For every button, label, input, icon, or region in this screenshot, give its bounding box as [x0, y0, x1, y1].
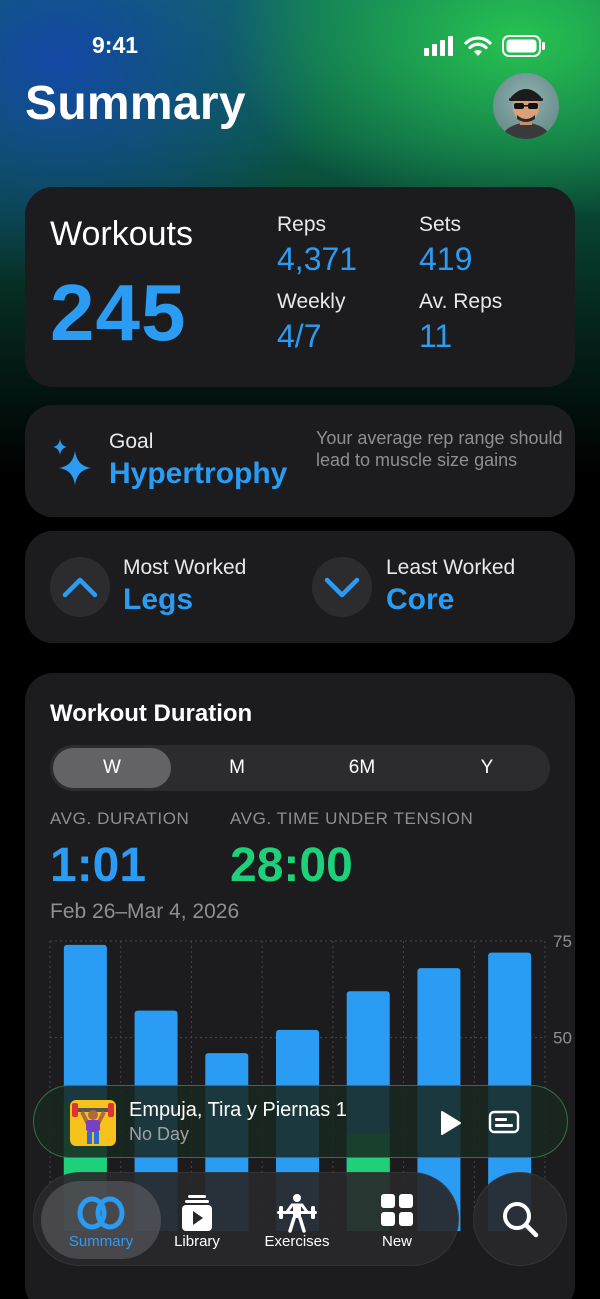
most-worked-value: Legs	[123, 583, 194, 616]
search-button[interactable]	[473, 1172, 567, 1266]
duration-title: Workout Duration	[50, 700, 253, 727]
stat-value: 4,371	[277, 241, 358, 277]
avatar[interactable]	[493, 73, 559, 139]
chart-y-tick-label: 75	[553, 932, 572, 951]
workout-card-icon[interactable]	[488, 1110, 520, 1134]
library-icon	[182, 1195, 212, 1231]
tab-exercises[interactable]: Exercises	[247, 1181, 347, 1259]
search-icon	[503, 1202, 539, 1238]
tab-label: New	[381, 1233, 412, 1250]
tab-library[interactable]: Library	[147, 1181, 247, 1259]
stat-label: Sets	[419, 213, 462, 236]
goal-label: Goal	[109, 430, 154, 453]
tab-label: Summary	[68, 1233, 134, 1250]
now-playing-bar[interactable]: Empuja, Tira y Piernas 1 No Day	[33, 1085, 568, 1158]
new-grid-icon	[381, 1194, 413, 1226]
avg-tension-value: 28:00	[230, 839, 353, 892]
stat-value: 419	[419, 241, 473, 277]
stat-reps: Reps 4,371	[277, 213, 357, 278]
stat-weekly: Weekly 4/7	[277, 290, 345, 355]
stat-value: 11	[419, 318, 453, 354]
status-icons	[424, 35, 546, 57]
segment-six-months[interactable]: 6M	[303, 748, 421, 788]
battery-icon	[502, 35, 545, 57]
avg-duration-value: 1:01	[50, 839, 147, 892]
tab-new[interactable]: New	[347, 1181, 447, 1259]
page-title: Summary	[25, 77, 246, 130]
segment-month[interactable]: M	[178, 748, 296, 788]
exercises-icon	[277, 1194, 317, 1233]
period-segmented-control: W M 6M Y	[50, 745, 550, 791]
tab-label: Exercises	[264, 1233, 330, 1250]
tab-bar: Summary Library Exercises New	[33, 1172, 459, 1266]
wifi-icon	[464, 35, 492, 56]
avg-tension-label: AVG. TIME UNDER TENSION	[230, 809, 474, 828]
chevron-up-icon	[62, 577, 98, 598]
workouts-label: Workouts	[50, 215, 193, 253]
segment-year[interactable]: Y	[428, 748, 546, 788]
stat-label: Weekly	[277, 290, 346, 313]
sparkles-icon	[53, 439, 91, 485]
now-playing-title: Empuja, Tira y Piernas 1	[129, 1099, 347, 1121]
chevron-down-icon	[324, 577, 360, 598]
memoji-avatar-icon	[502, 89, 550, 139]
date-range: Feb 26–Mar 4, 2026	[50, 900, 240, 923]
play-icon[interactable]	[438, 1110, 462, 1136]
worked-muscles-card[interactable]: Most Worked Legs Least Worked Core	[25, 531, 575, 643]
goal-card[interactable]: Goal Hypertrophy Your average rep range …	[25, 405, 575, 517]
least-worked-badge	[312, 557, 372, 617]
chart-y-tick-label: 50	[553, 1029, 572, 1048]
goal-value: Hypertrophy	[109, 457, 288, 490]
stat-average-reps: Av. Reps 11	[419, 290, 502, 355]
workout-artwork	[70, 1100, 116, 1146]
summary-icon	[77, 1196, 125, 1230]
least-worked-value: Core	[386, 583, 455, 616]
cellular-signal-icon	[424, 36, 453, 56]
stat-label: Av. Reps	[419, 290, 503, 313]
weightlifter-icon	[72, 1103, 114, 1144]
workouts-value: 245	[50, 268, 187, 357]
stat-label: Reps	[277, 213, 327, 236]
workouts-card[interactable]: Workouts 245 Reps 4,371 Sets 419 Weekly …	[25, 187, 575, 387]
least-worked-label: Least Worked	[386, 556, 516, 579]
stat-sets: Sets 419	[419, 213, 472, 278]
now-playing-subtitle: No Day	[129, 1124, 190, 1144]
most-worked-badge	[50, 557, 110, 617]
goal-description: Your average rep range should lead to mu…	[316, 428, 563, 470]
segment-week[interactable]: W	[53, 748, 171, 788]
tab-label: Library	[174, 1233, 220, 1250]
most-worked-label: Most Worked	[123, 556, 247, 579]
stat-value: 4/7	[277, 318, 322, 354]
avg-duration-label: AVG. DURATION	[50, 809, 190, 828]
tab-summary[interactable]: Summary	[41, 1181, 161, 1259]
status-time: 9:41	[92, 32, 139, 58]
